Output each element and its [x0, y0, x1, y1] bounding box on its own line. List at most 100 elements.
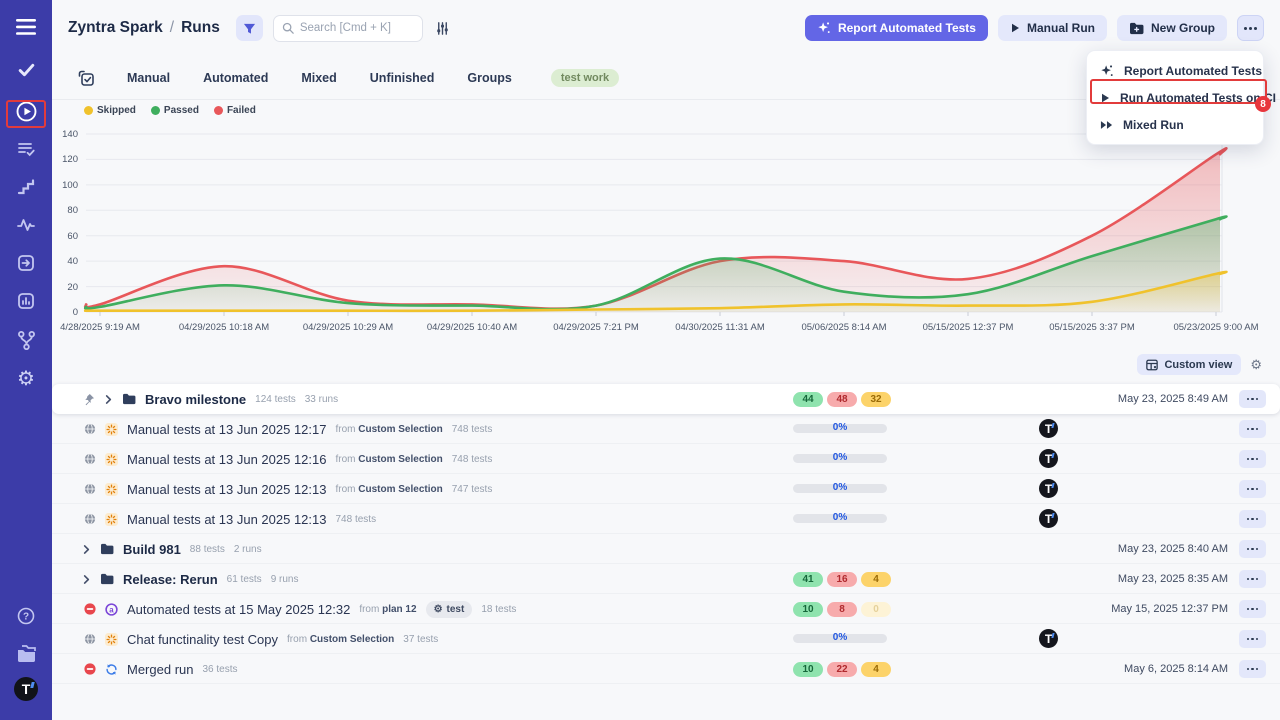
filter-button[interactable]: [236, 15, 263, 41]
result-badges: 41164: [793, 572, 891, 587]
tab-unfinished[interactable]: Unfinished: [370, 71, 435, 85]
tests-count: 124 tests: [255, 394, 296, 405]
ellipsis-icon: [1242, 27, 1258, 30]
row-actions-button[interactable]: [1239, 600, 1266, 618]
chevron-right-icon[interactable]: [82, 575, 91, 584]
row-actions-button[interactable]: [1239, 450, 1266, 468]
legend-item-passed: Passed: [151, 105, 199, 116]
y-tick-label: 40: [52, 256, 78, 267]
tab-automated[interactable]: Automated: [203, 71, 268, 85]
tab-groups[interactable]: Groups: [467, 71, 511, 85]
run-row[interactable]: Chat functinality test Copyfrom Custom S…: [52, 624, 1280, 654]
folder-icon: [122, 393, 136, 405]
play-icon: [1010, 23, 1020, 33]
run-row[interactable]: Manual tests at 13 Jun 2025 12:16 from Cu…: [52, 444, 1280, 474]
runs-count: 9 runs: [271, 574, 299, 585]
top-header: Zyntra Spark / Runs Report Automated Tes…: [52, 0, 1280, 56]
group-row[interactable]: Bravo milestone124 tests33 runs444832May…: [52, 384, 1280, 414]
more-actions-button[interactable]: [1237, 15, 1264, 41]
public-status-icon: [84, 513, 96, 525]
run-name: Merged run: [127, 662, 193, 677]
group-row[interactable]: Release: Rerun61 tests9 runs41164May 23,…: [52, 564, 1280, 594]
x-tick-label: 04/29/2025 10:40 AM: [427, 322, 517, 333]
blocked-status-icon: [84, 603, 96, 615]
legend-label: Failed: [227, 105, 256, 116]
row-actions-button[interactable]: [1239, 660, 1266, 678]
report-automated-tests-button[interactable]: Report Automated Tests: [805, 15, 988, 41]
assignee-avatar[interactable]: T: [1039, 419, 1058, 438]
progress-label: 0%: [793, 632, 887, 643]
test-plans-icon[interactable]: [0, 134, 52, 164]
menu-icon[interactable]: [0, 12, 52, 42]
result-badges: 1080: [793, 602, 891, 617]
tests-check-icon[interactable]: [0, 54, 52, 84]
failed-badge: 48: [827, 392, 857, 407]
table-settings-gear-icon[interactable]: ⚙: [1250, 358, 1262, 371]
tab-manual[interactable]: Manual: [127, 71, 170, 85]
blocked-status-icon: [84, 663, 96, 675]
select-all-icon[interactable]: [78, 70, 94, 86]
breadcrumb-page: Runs: [181, 19, 220, 37]
row-actions-button[interactable]: [1239, 390, 1266, 408]
pin-icon: [82, 393, 95, 406]
row-actions-button[interactable]: [1239, 570, 1266, 588]
y-tick-label: 0: [52, 307, 78, 318]
chevron-right-icon[interactable]: [104, 395, 113, 404]
import-icon[interactable]: [0, 248, 52, 278]
row-actions-button[interactable]: [1239, 540, 1266, 558]
y-tick-label: 120: [52, 154, 78, 165]
row-actions-button[interactable]: [1239, 510, 1266, 528]
row-actions-button[interactable]: [1239, 630, 1266, 648]
menu-item-run-automated-tests-on-ci[interactable]: Run Automated Tests on CI: [1087, 84, 1263, 111]
run-name: Manual tests at 13 Jun 2025 12:16: [127, 452, 326, 467]
run-date: May 23, 2025 8:40 AM: [1118, 534, 1228, 564]
runs-play-icon[interactable]: [0, 96, 52, 126]
steps-icon[interactable]: [0, 172, 52, 202]
run-row[interactable]: Merged run36 tests10224May 6, 2025 8:14 …: [52, 654, 1280, 684]
run-row[interactable]: Manual tests at 13 Jun 2025 12:13from Cu…: [52, 474, 1280, 504]
adjustments-icon[interactable]: [435, 21, 450, 36]
table-toolbar: Custom view ⚙: [52, 345, 1280, 384]
run-row[interactable]: aAutomated tests at 15 May 2025 12:32fro…: [52, 594, 1280, 624]
row-actions-button[interactable]: [1239, 480, 1266, 498]
progress-label: 0%: [793, 422, 887, 433]
assignee-avatar[interactable]: T: [1039, 509, 1058, 528]
manual-run-button[interactable]: Manual Run: [998, 15, 1107, 41]
chevron-right-icon[interactable]: [82, 545, 91, 554]
assignee-avatar[interactable]: T: [1039, 629, 1058, 648]
group-row[interactable]: Build 98188 tests2 runsMay 23, 2025 8:40…: [52, 534, 1280, 564]
help-icon[interactable]: ?: [0, 601, 52, 631]
branches-icon[interactable]: [0, 325, 52, 355]
run-source: from Custom Selection: [335, 454, 442, 465]
row-left: Manual tests at 13 Jun 2025 12:13748 tes…: [52, 504, 376, 534]
assignee-avatar[interactable]: T: [1039, 449, 1058, 468]
merged-run-icon: [105, 663, 118, 676]
y-tick-label: 100: [52, 180, 78, 191]
runs-trend-chart: 020406080100120140 4/28/2025 9:19 AM04/2…: [52, 120, 1280, 345]
legend-item-failed: Failed: [214, 105, 256, 116]
new-group-button[interactable]: New Group: [1117, 15, 1227, 41]
row-actions-button[interactable]: [1239, 420, 1266, 438]
legend-dot: [84, 106, 93, 115]
breadcrumb-project[interactable]: Zyntra Spark: [68, 19, 163, 37]
x-tick-label: 04/29/2025 7:21 PM: [553, 322, 639, 333]
custom-view-button[interactable]: Custom view: [1137, 354, 1241, 375]
menu-item-report-automated-tests[interactable]: Report Automated Tests: [1087, 57, 1263, 84]
assignee-avatar[interactable]: T: [1039, 479, 1058, 498]
tab-mixed[interactable]: Mixed: [301, 71, 336, 85]
search-input[interactable]: [300, 22, 412, 34]
run-row[interactable]: Manual tests at 13 Jun 2025 12:13748 tes…: [52, 504, 1280, 534]
analytics-pulse-icon[interactable]: [0, 210, 52, 240]
reports-chart-icon[interactable]: [0, 286, 52, 316]
menu-item-mixed-run[interactable]: Mixed Run: [1087, 111, 1263, 138]
account-avatar[interactable]: T: [0, 674, 52, 704]
tests-count: 747 tests: [452, 484, 493, 495]
run-row[interactable]: Manual tests at 13 Jun 2025 12:17from Cu…: [52, 414, 1280, 444]
folder-icon: [100, 573, 114, 585]
settings-gear-icon[interactable]: ⚙: [0, 364, 52, 394]
projects-folder-icon[interactable]: [0, 638, 52, 668]
filter-tag-test-work[interactable]: test work: [551, 69, 619, 87]
run-tag[interactable]: ⚙test: [426, 601, 473, 618]
progress-bar: 0%: [793, 484, 887, 493]
public-status-icon: [84, 453, 96, 465]
